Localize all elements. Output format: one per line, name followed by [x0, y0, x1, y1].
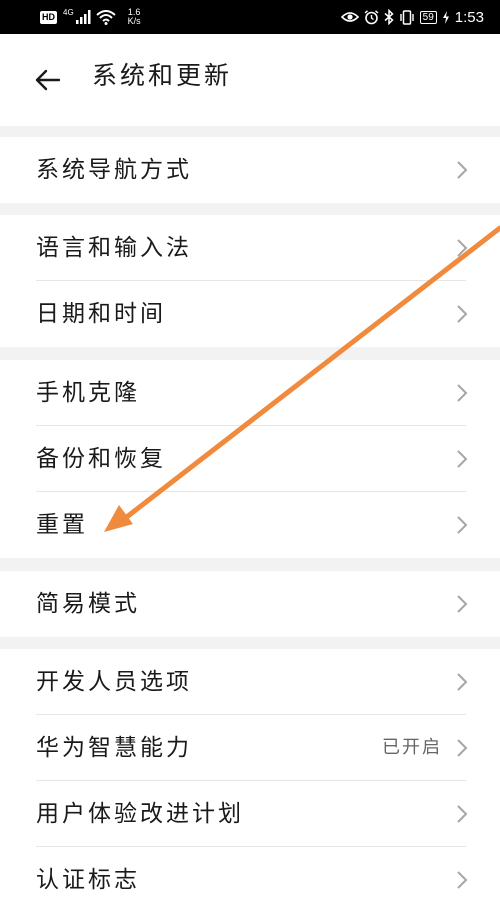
vibrate-icon — [399, 9, 414, 25]
item-label: 系统导航方式 — [36, 157, 192, 183]
battery-icon: 59 — [419, 10, 437, 24]
item-label: 手机克隆 — [36, 380, 140, 406]
user-experience-item[interactable]: 用户体验改进计划 — [0, 781, 500, 847]
item-label: 华为智慧能力 — [36, 735, 192, 761]
charging-icon — [442, 10, 449, 24]
item-label: 备份和恢复 — [36, 446, 166, 472]
item-label: 重置 — [36, 512, 88, 538]
backup-restore-item[interactable]: 备份和恢复 — [0, 426, 500, 492]
date-time-item[interactable]: 日期和时间 — [0, 281, 500, 347]
chevron-right-icon — [457, 595, 468, 613]
settings-group-4: 简易模式 — [0, 571, 500, 637]
hd-badge: HD — [40, 10, 57, 24]
status-left: HD 4G 1.6 K/s — [40, 0, 141, 34]
chevron-right-icon — [457, 805, 468, 823]
alarm-icon — [364, 9, 379, 24]
signal-icon — [75, 10, 91, 24]
page-title: 系统和更新 — [92, 61, 233, 90]
language-input-item[interactable]: 语言和输入法 — [0, 215, 500, 281]
settings-group-5: 开发人员选项 华为智慧能力 已开启 用户体验改进计划 认证标志 — [0, 649, 500, 913]
certification-logo-item[interactable]: 认证标志 — [0, 847, 500, 913]
header: 系统和更新 — [0, 34, 500, 126]
bluetooth-icon — [384, 9, 394, 25]
back-button[interactable] — [26, 58, 70, 102]
item-label: 日期和时间 — [36, 301, 166, 327]
huawei-intelligence-item[interactable]: 华为智慧能力 已开启 — [0, 715, 500, 781]
simple-mode-item[interactable]: 简易模式 — [0, 571, 500, 637]
chevron-right-icon — [457, 450, 468, 468]
chevron-right-icon — [457, 673, 468, 691]
network-speed: 1.6 K/s — [128, 8, 141, 26]
settings-group-1: 系统导航方式 — [0, 137, 500, 203]
wifi-icon — [96, 9, 116, 25]
network-type: 4G — [63, 7, 74, 17]
status-time: 1:53 — [454, 8, 484, 26]
chevron-right-icon — [457, 516, 468, 534]
system-navigation-item[interactable]: 系统导航方式 — [0, 137, 500, 203]
item-label: 语言和输入法 — [36, 235, 192, 261]
speed-unit: K/s — [127, 16, 141, 26]
developer-options-item[interactable]: 开发人员选项 — [0, 649, 500, 715]
item-label: 开发人员选项 — [36, 669, 192, 695]
item-label: 简易模式 — [36, 591, 140, 617]
settings-group-2: 语言和输入法 日期和时间 — [0, 215, 500, 347]
phone-clone-item[interactable]: 手机克隆 — [0, 360, 500, 426]
settings-group-3: 手机克隆 备份和恢复 重置 — [0, 360, 500, 558]
item-label: 认证标志 — [36, 867, 140, 893]
reset-item[interactable]: 重置 — [0, 492, 500, 558]
chevron-right-icon — [457, 239, 468, 257]
chevron-right-icon — [457, 161, 468, 179]
status-right: 59 1:53 — [340, 0, 484, 34]
back-arrow-icon — [35, 69, 61, 91]
item-label: 用户体验改进计划 — [36, 801, 244, 827]
eye-icon — [340, 12, 359, 22]
item-status-value: 已开启 — [382, 737, 442, 758]
chevron-right-icon — [457, 384, 468, 402]
chevron-right-icon — [457, 305, 468, 323]
status-bar: HD 4G 1.6 K/s 59 1:53 — [0, 0, 500, 34]
chevron-right-icon — [457, 739, 468, 757]
